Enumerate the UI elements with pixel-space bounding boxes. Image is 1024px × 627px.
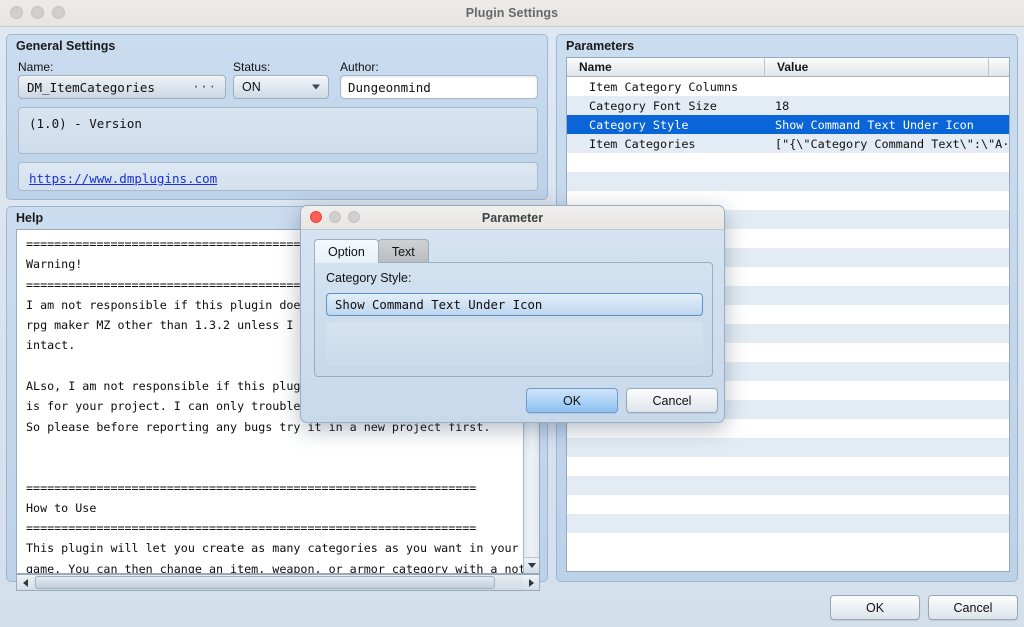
parameter-dialog: Parameter Option Text Category Style: Sh…	[300, 205, 725, 423]
dialog-ok-button[interactable]: OK	[526, 388, 618, 413]
cell-value: Show Command Text Under Icon	[775, 117, 974, 132]
tab-option[interactable]: Option	[314, 239, 379, 263]
author-value: Dungeonmind	[348, 79, 431, 95]
help-title: Help	[16, 211, 44, 225]
dialog-titlebar: Parameter	[301, 206, 724, 230]
window-controls	[10, 6, 65, 19]
cell-name: Item Category Columns	[589, 79, 739, 94]
table-row[interactable]	[567, 438, 1009, 457]
column-header-name[interactable]: Name	[567, 58, 765, 76]
close-icon[interactable]	[10, 6, 23, 19]
category-style-label: Category Style:	[326, 271, 412, 285]
table-row[interactable]: Item Category Columns	[567, 77, 1009, 96]
maximize-icon[interactable]	[348, 211, 360, 223]
general-settings-title: General Settings	[16, 39, 116, 53]
browse-icon[interactable]: ···	[192, 80, 217, 94]
close-icon[interactable]	[310, 211, 322, 223]
table-row[interactable]: Item Categories ["{\"Category Command Tex…	[567, 134, 1009, 153]
minimize-icon[interactable]	[329, 211, 341, 223]
cell-name: Category Font Size	[589, 98, 717, 113]
dialog-tab-panel: Category Style: Show Command Text Under …	[314, 262, 713, 377]
dialog-tabs: Option Text	[314, 239, 429, 263]
table-row[interactable]	[567, 457, 1009, 476]
url-panel: https://www.dmplugins.com	[18, 162, 538, 191]
maximize-icon[interactable]	[52, 6, 65, 19]
author-label: Author:	[340, 60, 379, 74]
name-field[interactable]: DM_ItemCategories ···	[18, 75, 226, 99]
chevron-down-icon	[527, 563, 536, 568]
status-value: ON	[242, 80, 261, 94]
chevron-down-icon	[312, 84, 320, 90]
dialog-window-controls	[310, 211, 360, 223]
cell-name: Item Categories	[589, 136, 696, 151]
window-titlebar: Plugin Settings	[0, 0, 1024, 27]
help-scroll-down-button[interactable]	[523, 557, 539, 573]
cell-value: 18	[775, 98, 790, 113]
chevron-right-icon	[528, 578, 534, 587]
general-settings-group: General Settings Name: DM_ItemCategories…	[6, 34, 548, 200]
name-label: Name:	[18, 60, 54, 74]
parameter-description-box	[326, 322, 703, 364]
page-title: Plugin Settings	[465, 6, 559, 20]
version-panel: (1.0) - Version	[18, 107, 538, 154]
category-style-select[interactable]: Show Command Text Under Icon	[326, 293, 703, 316]
cell-value: ["{\"Category Command Text\":\"A···	[775, 136, 1009, 151]
help-scroll-left-button[interactable]	[17, 575, 33, 590]
help-scroll-right-button[interactable]	[523, 575, 539, 590]
table-row[interactable]	[567, 172, 1009, 191]
cell-name: Category Style	[589, 117, 689, 132]
table-row[interactable]	[567, 476, 1009, 495]
table-row[interactable]	[567, 495, 1009, 514]
dialog-cancel-button[interactable]: Cancel	[626, 388, 718, 413]
category-style-value: Show Command Text Under Icon	[335, 297, 543, 312]
cancel-button[interactable]: Cancel	[928, 595, 1018, 620]
author-field[interactable]: Dungeonmind	[340, 75, 538, 99]
help-horizontal-scroll-thumb[interactable]	[35, 576, 495, 589]
dialog-title: Parameter	[481, 210, 544, 225]
parameters-title: Parameters	[566, 39, 635, 53]
column-header-spacer	[989, 58, 1009, 76]
parameters-table-header: Name Value	[567, 58, 1009, 77]
version-text: (1.0) - Version	[29, 116, 142, 131]
plugin-settings-window: Plugin Settings General Settings Name: D…	[0, 0, 1024, 627]
help-horizontal-scrollbar[interactable]	[16, 574, 540, 591]
plugin-url-link[interactable]: https://www.dmplugins.com	[29, 171, 217, 186]
status-select[interactable]: ON	[233, 75, 329, 99]
minimize-icon[interactable]	[31, 6, 44, 19]
table-row[interactable]	[567, 514, 1009, 533]
table-row[interactable]: Category Style Show Command Text Under Ic…	[567, 115, 1009, 134]
table-row[interactable]: Category Font Size 18	[567, 96, 1009, 115]
column-header-value[interactable]: Value	[765, 58, 989, 76]
chevron-left-icon	[22, 578, 28, 587]
table-row[interactable]	[567, 153, 1009, 172]
status-label: Status:	[233, 60, 271, 74]
tab-text[interactable]: Text	[377, 239, 429, 263]
ok-button[interactable]: OK	[830, 595, 920, 620]
name-value: DM_ItemCategories	[27, 79, 155, 95]
